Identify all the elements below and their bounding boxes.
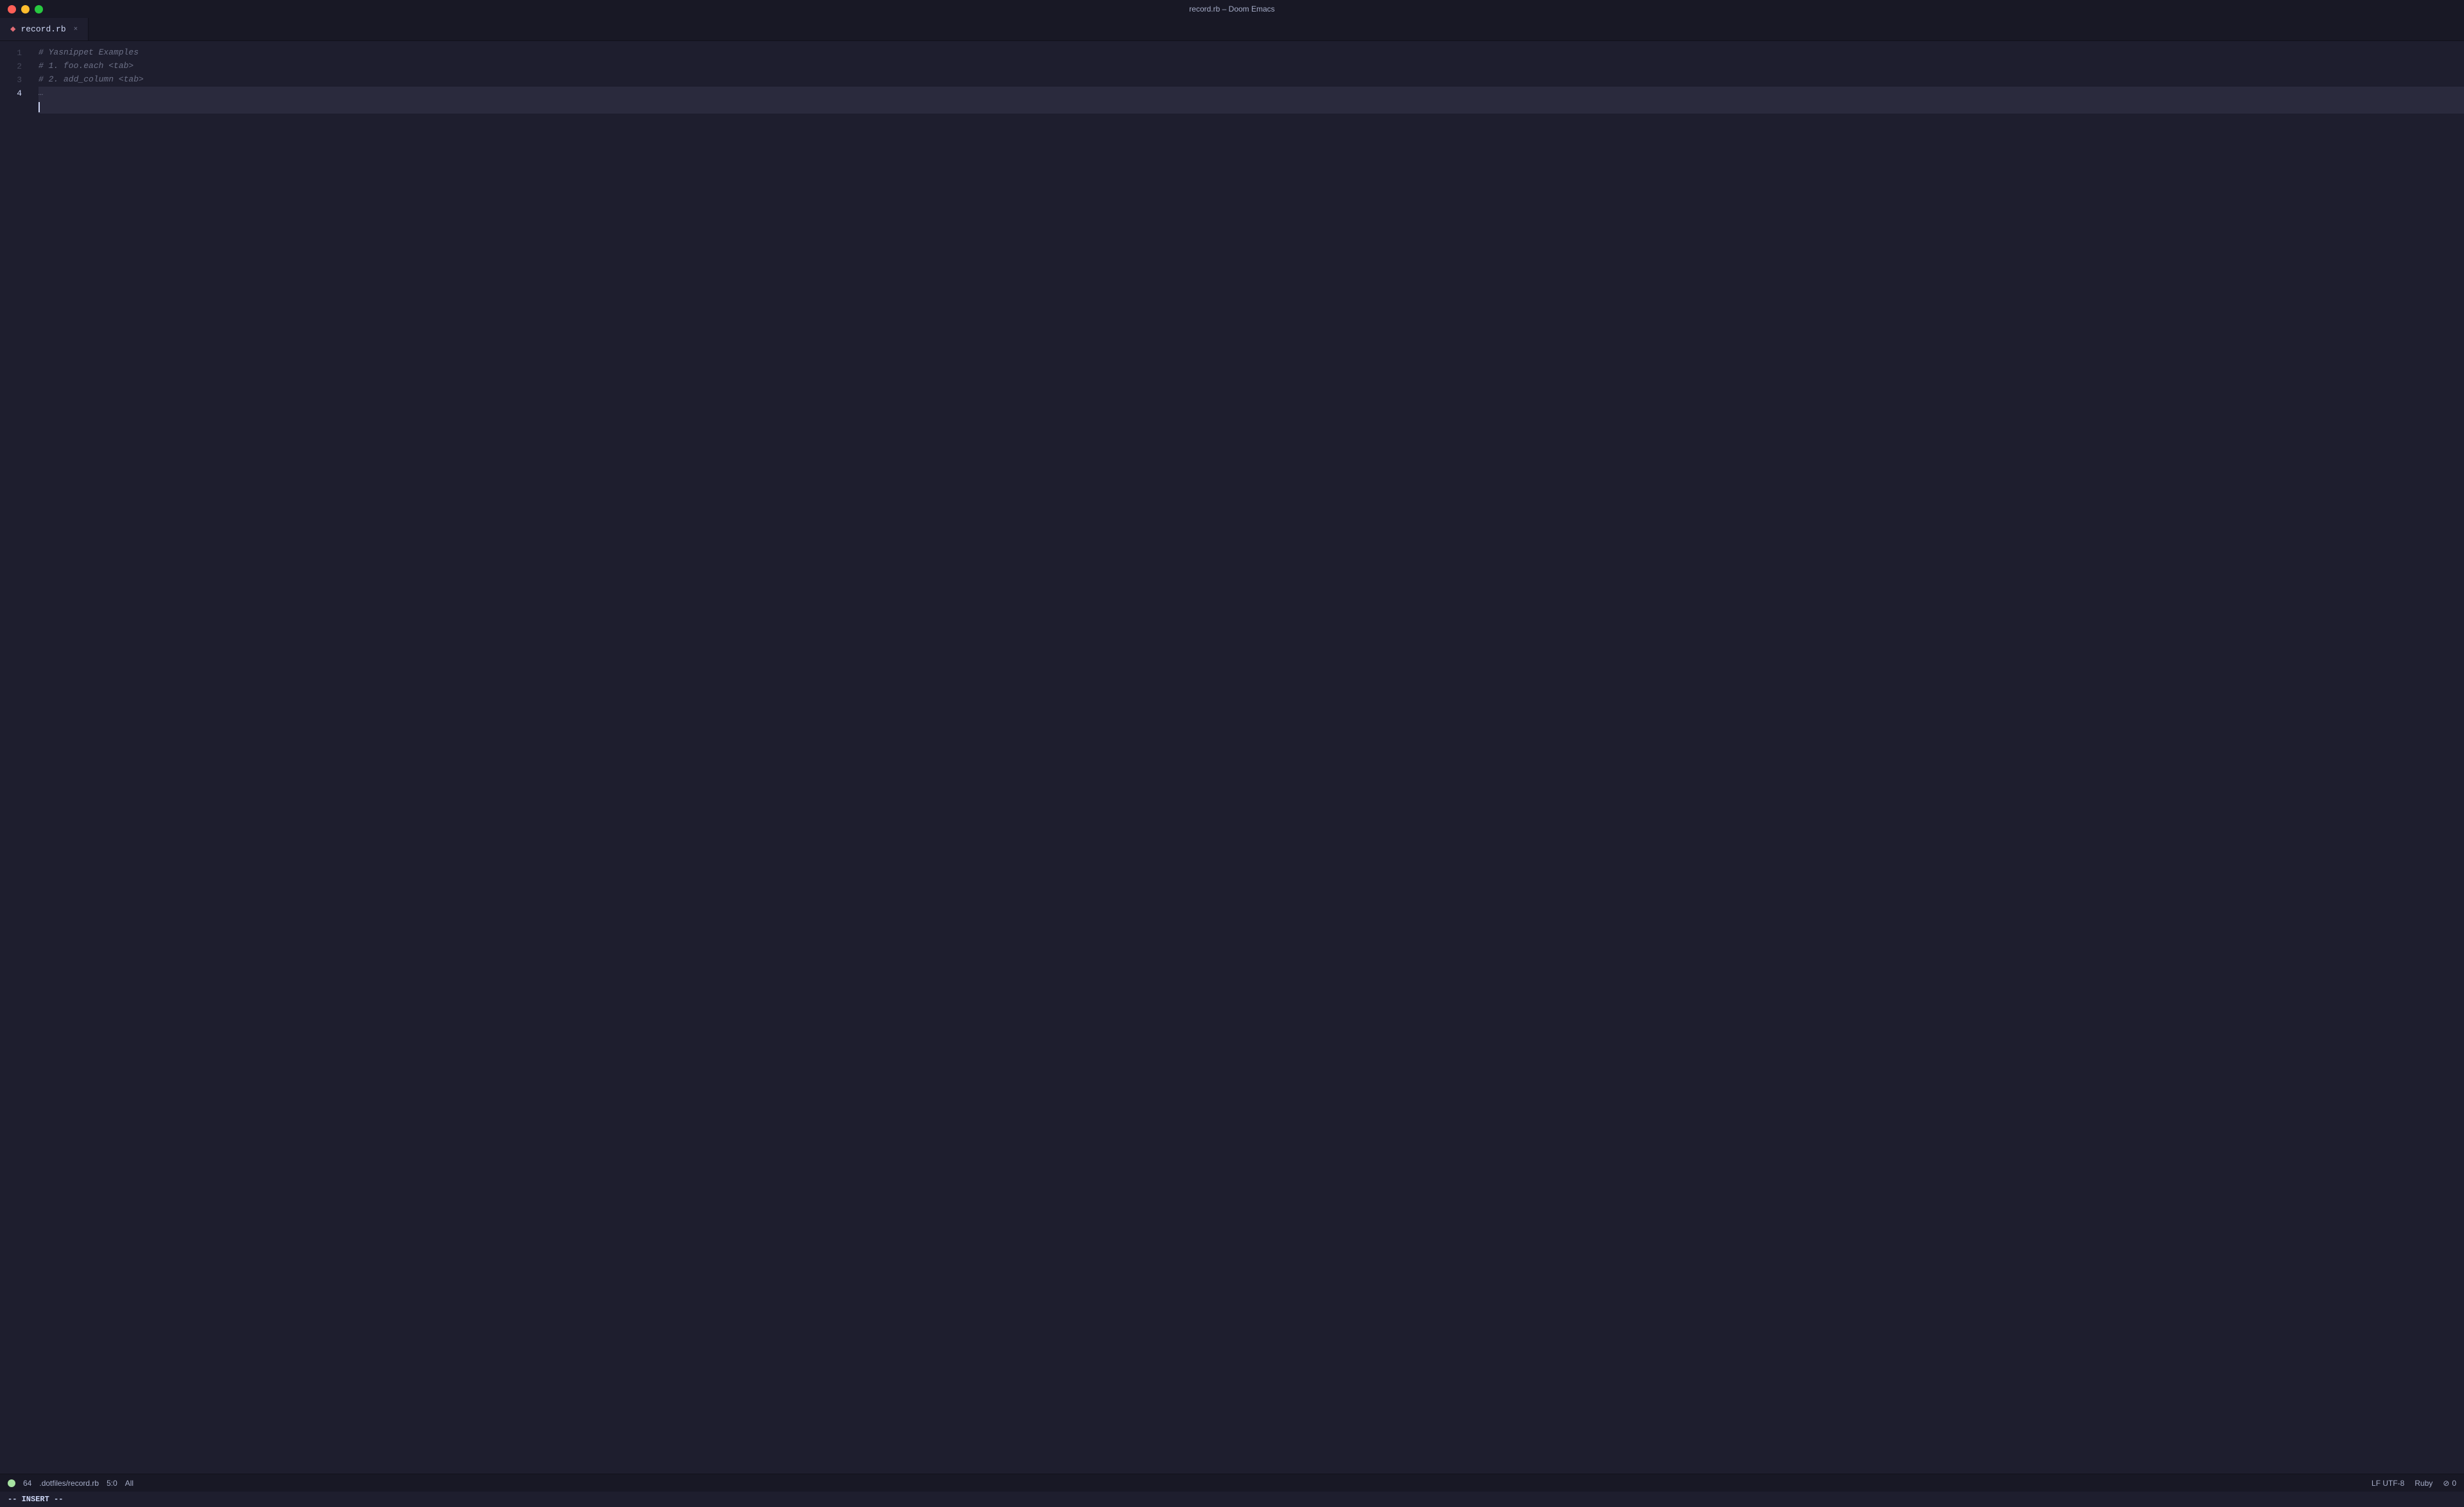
file-path: .dotfiles/record.rb <box>39 1479 99 1488</box>
warning-icon: ⊘ <box>2443 1479 2449 1488</box>
file-encoding: LF UTF-8 <box>2372 1479 2404 1488</box>
editor-mode: -- INSERT -- <box>8 1495 63 1504</box>
line-number-4: 4 <box>0 87 22 100</box>
window-title: record.rb – Doom Emacs <box>1189 4 1274 13</box>
maximize-button[interactable] <box>35 5 43 13</box>
code-area[interactable]: # Yasnippet Examples # 1. foo.each <tab>… <box>31 41 2464 1474</box>
status-bar: 64 .dotfiles/record.rb 5:0 All LF UTF-8 … <box>0 1474 2464 1492</box>
code-text-4: … <box>38 87 44 100</box>
code-text-3: # 2. add_column <tab> <box>38 73 144 87</box>
line-number-1: 1 <box>0 46 22 60</box>
line-number-2: 2 <box>0 60 22 73</box>
warning-indicator: ⊘ 0 <box>2443 1479 2456 1488</box>
code-line-4-cursor <box>38 100 2464 114</box>
code-line-2: # 1. foo.each <tab> <box>38 60 2464 73</box>
close-button[interactable] <box>8 5 16 13</box>
lsp-status-indicator <box>8 1479 15 1487</box>
warning-count: 0 <box>2452 1479 2456 1488</box>
mode-bar: -- INSERT -- <box>0 1492 2464 1507</box>
status-right: LF UTF-8 Ruby ⊘ 0 <box>2372 1479 2456 1488</box>
line-number-3: 3 <box>0 73 22 87</box>
status-left: 64 .dotfiles/record.rb 5:0 All <box>8 1479 133 1488</box>
code-line-1: # Yasnippet Examples <box>38 46 2464 60</box>
code-text-1: # Yasnippet Examples <box>38 46 139 60</box>
traffic-lights <box>8 5 43 13</box>
text-cursor <box>38 102 40 112</box>
tab-record-rb[interactable]: ◆ record.rb × <box>0 18 89 40</box>
cursor-position: 5:0 <box>107 1479 117 1488</box>
file-language: Ruby <box>2415 1479 2433 1488</box>
lsp-number: 64 <box>23 1479 31 1488</box>
editor-area[interactable]: 1 2 3 4 # Yasnippet Examples # 1. foo.ea… <box>0 41 2464 1474</box>
tab-close-button[interactable]: × <box>74 26 78 33</box>
tab-filename: record.rb <box>21 24 65 34</box>
title-bar: record.rb – Doom Emacs <box>0 0 2464 18</box>
ruby-file-icon: ◆ <box>10 24 15 35</box>
line-numbers: 1 2 3 4 <box>0 41 31 1474</box>
code-line-4: … <box>38 87 2464 100</box>
code-line-3: # 2. add_column <tab> <box>38 73 2464 87</box>
minimize-button[interactable] <box>21 5 30 13</box>
tab-bar: ◆ record.rb × <box>0 18 2464 41</box>
scroll-position: All <box>125 1479 133 1488</box>
code-text-2: # 1. foo.each <tab> <box>38 60 133 73</box>
